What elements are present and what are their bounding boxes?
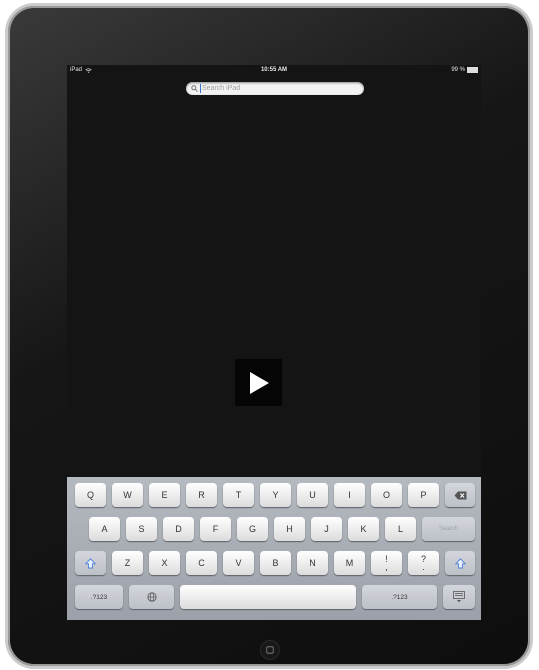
hide-keyboard-key[interactable] [443, 585, 475, 609]
search-placeholder: Search iPad [202, 85, 241, 92]
key-w[interactable]: W [112, 483, 143, 507]
key-b[interactable]: B [260, 551, 291, 575]
backspace-key[interactable] [445, 483, 475, 507]
play-icon [249, 371, 269, 394]
space-bar[interactable] [180, 585, 356, 609]
status-bar: iPad 10:55 AM 99 % [67, 65, 481, 76]
key-exclamation-comma[interactable]: ! , [371, 551, 402, 575]
key-l[interactable]: L [385, 517, 416, 541]
key-u[interactable]: U [297, 483, 328, 507]
battery-percent: 99 % [451, 67, 465, 73]
numbers-key-right[interactable]: .?123 [362, 585, 437, 609]
key-question-period[interactable]: ? . [408, 551, 439, 575]
home-button[interactable] [261, 641, 279, 659]
key-q[interactable]: Q [75, 483, 106, 507]
key-m[interactable]: M [334, 551, 365, 575]
text-cursor [200, 84, 201, 93]
key-g[interactable]: G [237, 517, 268, 541]
globe-icon [146, 592, 157, 602]
shift-key-left[interactable] [75, 551, 106, 575]
key-x[interactable]: X [149, 551, 180, 575]
key-o[interactable]: O [371, 483, 402, 507]
key-period-label: . [422, 562, 425, 572]
search-key[interactable]: Search [422, 517, 475, 541]
search-icon [191, 85, 198, 92]
key-f[interactable]: F [200, 517, 231, 541]
search-field[interactable]: Search iPad [186, 82, 364, 95]
status-time: 10:55 AM [260, 67, 288, 73]
key-p[interactable]: P [408, 483, 439, 507]
key-comma-label: , [385, 562, 388, 572]
shift-icon [454, 557, 466, 568]
key-t[interactable]: T [223, 483, 254, 507]
backspace-icon [454, 491, 466, 499]
key-r[interactable]: R [186, 483, 217, 507]
key-a[interactable]: A [89, 517, 120, 541]
key-z[interactable]: Z [112, 551, 143, 575]
status-right: 99 % [451, 67, 478, 73]
key-d[interactable]: D [163, 517, 194, 541]
shift-key-right[interactable] [445, 551, 475, 575]
key-k[interactable]: K [348, 517, 379, 541]
battery-icon [467, 67, 478, 73]
key-j[interactable]: J [311, 517, 342, 541]
screen: iPad 10:55 AM 99 % Search iPad Q W E R T… [67, 65, 481, 620]
shift-icon [85, 557, 96, 568]
key-y[interactable]: Y [260, 483, 291, 507]
numbers-key-left[interactable]: .?123 [75, 585, 123, 609]
key-c[interactable]: C [186, 551, 217, 575]
play-button[interactable] [235, 359, 282, 406]
key-e[interactable]: E [149, 483, 180, 507]
home-icon [266, 646, 274, 654]
on-screen-keyboard: Q W E R T Y U I O P A S D F G H J K L Se… [67, 477, 481, 620]
key-n[interactable]: N [297, 551, 328, 575]
hide-keyboard-icon [453, 591, 465, 603]
key-v[interactable]: V [223, 551, 254, 575]
key-s[interactable]: S [126, 517, 157, 541]
key-i[interactable]: I [334, 483, 365, 507]
globe-key[interactable] [129, 585, 174, 609]
key-h[interactable]: H [274, 517, 305, 541]
